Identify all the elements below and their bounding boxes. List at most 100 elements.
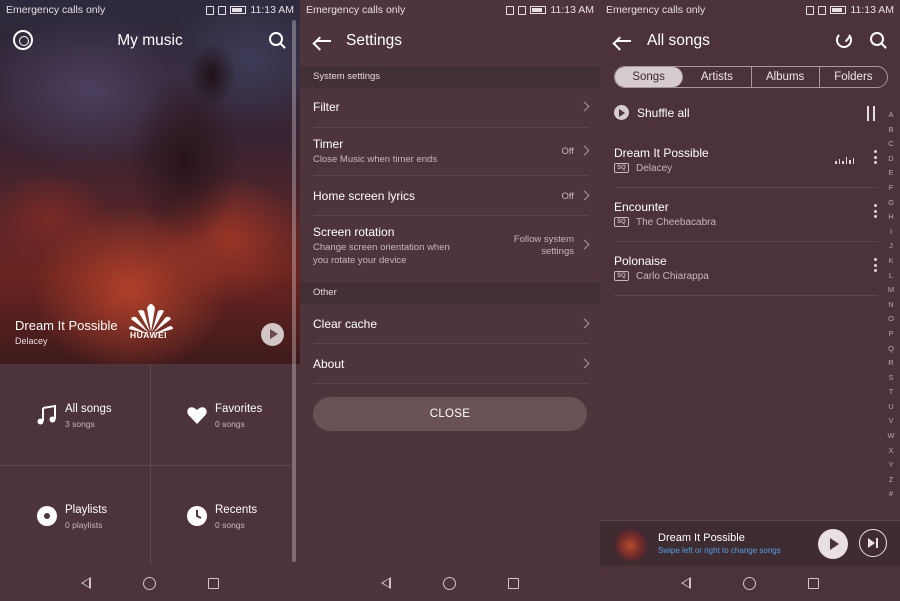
- clock-text: 11:13 AM: [250, 4, 294, 16]
- scrollbar[interactable]: [292, 20, 296, 562]
- row-value: settings: [541, 246, 574, 257]
- play-button[interactable]: [261, 323, 284, 346]
- nav-back-icon[interactable]: [381, 577, 391, 589]
- nav-home-icon[interactable]: [443, 576, 456, 590]
- song-row[interactable]: Polonaise SQ Carlo Chiarappa: [614, 242, 878, 296]
- song-row[interactable]: Dream It Possible SQ Delacey: [614, 134, 878, 188]
- album-art-hero[interactable]: My music HUAWEI Dream It Possible Delace…: [0, 0, 300, 364]
- nav-recents-icon[interactable]: [208, 577, 219, 589]
- clock-text: 11:13 AM: [850, 4, 894, 16]
- index-letter[interactable]: J: [883, 239, 899, 254]
- nav-recents-icon[interactable]: [508, 577, 519, 589]
- row-value: Off: [561, 146, 575, 157]
- tab-songs[interactable]: Songs: [615, 67, 684, 87]
- index-letter[interactable]: Y: [883, 458, 899, 473]
- row-description: Close Music when timer ends: [313, 154, 438, 165]
- settings-row-about[interactable]: About: [313, 344, 590, 384]
- index-letter[interactable]: M: [883, 283, 899, 298]
- settings-row-rotation[interactable]: Screen rotation Change screen orientatio…: [313, 216, 590, 276]
- index-letter[interactable]: A: [883, 108, 899, 123]
- album-thumbnail[interactable]: [615, 527, 649, 561]
- sort-icon[interactable]: [865, 106, 877, 122]
- battery-icon: [530, 6, 547, 14]
- row-label: Filter: [313, 100, 340, 114]
- index-letter[interactable]: T: [883, 385, 899, 400]
- index-letter[interactable]: V: [883, 414, 899, 429]
- index-letter[interactable]: K: [883, 254, 899, 269]
- shuffle-all-button[interactable]: Shuffle all: [614, 105, 689, 120]
- wifi-icon: [818, 5, 827, 15]
- nfc-icon: [206, 5, 215, 15]
- index-letter[interactable]: L: [883, 269, 899, 284]
- tile-all-songs[interactable]: All songs 3 songs: [0, 364, 150, 464]
- settings-row-timer[interactable]: Timer Close Music when timer ends Off: [313, 128, 590, 176]
- alphabet-index[interactable]: A B C D E F G H I J K L M N O P Q R S T U V W X Y Z #: [883, 108, 899, 502]
- index-letter[interactable]: P: [883, 327, 899, 342]
- tile-label: Recents: [215, 504, 258, 516]
- refresh-icon[interactable]: [836, 32, 852, 48]
- play-button[interactable]: [818, 529, 848, 559]
- heart-icon: [187, 407, 207, 424]
- more-options-icon[interactable]: [874, 258, 878, 274]
- settings-row-clear-cache[interactable]: Clear cache: [313, 304, 590, 344]
- tile-count: 3 songs: [65, 419, 95, 429]
- skip-next-button[interactable]: [859, 529, 887, 557]
- search-icon[interactable]: [870, 32, 884, 46]
- nav-home-icon[interactable]: [143, 576, 156, 590]
- tab-folders[interactable]: Folders: [820, 67, 887, 87]
- index-letter[interactable]: D: [883, 152, 899, 167]
- close-button[interactable]: CLOSE: [313, 397, 587, 431]
- index-letter[interactable]: W: [883, 429, 899, 444]
- index-letter[interactable]: Z: [883, 473, 899, 488]
- carrier-text: Emergency calls only: [306, 4, 406, 16]
- disc-icon: [37, 506, 57, 526]
- chevron-right-icon: [579, 190, 590, 201]
- more-options-icon[interactable]: [874, 150, 878, 166]
- back-arrow-icon[interactable]: [615, 34, 631, 48]
- index-letter[interactable]: O: [883, 312, 899, 327]
- index-letter[interactable]: I: [883, 225, 899, 240]
- index-letter[interactable]: Q: [883, 342, 899, 357]
- row-description: you rotate your device: [313, 255, 407, 266]
- index-letter[interactable]: S: [883, 371, 899, 386]
- index-letter[interactable]: #: [883, 487, 899, 502]
- song-artist: Carlo Chiarappa: [636, 271, 709, 282]
- song-title: Polonaise: [614, 254, 667, 268]
- my-music-screen: My music HUAWEI Dream It Possible Delace…: [0, 0, 300, 601]
- index-letter[interactable]: E: [883, 166, 899, 181]
- nav-back-icon[interactable]: [681, 577, 691, 589]
- more-options-icon[interactable]: [874, 204, 878, 220]
- back-arrow-icon[interactable]: [315, 34, 331, 48]
- index-letter[interactable]: F: [883, 181, 899, 196]
- gear-icon[interactable]: [13, 30, 33, 50]
- song-row[interactable]: Encounter SQ The Cheebacabra: [614, 188, 878, 242]
- index-letter[interactable]: G: [883, 196, 899, 211]
- index-letter[interactable]: C: [883, 137, 899, 152]
- index-letter[interactable]: B: [883, 123, 899, 138]
- tile-count: 0 songs: [215, 520, 245, 530]
- nav-home-icon[interactable]: [743, 576, 756, 590]
- divider: [150, 364, 151, 564]
- nav-recents-icon[interactable]: [808, 577, 819, 589]
- status-bar: Emergency calls only 11:13 AM: [0, 0, 300, 20]
- settings-row-lyrics[interactable]: Home screen lyrics Off: [313, 176, 590, 216]
- index-letter[interactable]: H: [883, 210, 899, 225]
- now-playing-title: Dream It Possible: [15, 318, 118, 333]
- tile-favorites[interactable]: Favorites 0 songs: [150, 364, 300, 464]
- tab-artists[interactable]: Artists: [683, 67, 752, 87]
- tab-albums[interactable]: Albums: [752, 67, 820, 87]
- nav-bar: [600, 565, 900, 601]
- index-letter[interactable]: R: [883, 356, 899, 371]
- song-artist: Delacey: [636, 163, 673, 174]
- tile-playlists[interactable]: Playlists 0 playlists: [0, 465, 150, 565]
- nav-back-icon[interactable]: [81, 577, 91, 589]
- settings-row-filter[interactable]: Filter: [313, 88, 590, 128]
- mini-player[interactable]: Dream It Possible Swipe left or right to…: [600, 520, 900, 566]
- index-letter[interactable]: U: [883, 400, 899, 415]
- index-letter[interactable]: N: [883, 298, 899, 313]
- tile-recents[interactable]: Recents 0 songs: [150, 465, 300, 565]
- index-letter[interactable]: X: [883, 444, 899, 459]
- song-title: Dream It Possible: [614, 146, 709, 160]
- tile-count: 0 playlists: [65, 520, 103, 530]
- search-icon[interactable]: [269, 32, 283, 46]
